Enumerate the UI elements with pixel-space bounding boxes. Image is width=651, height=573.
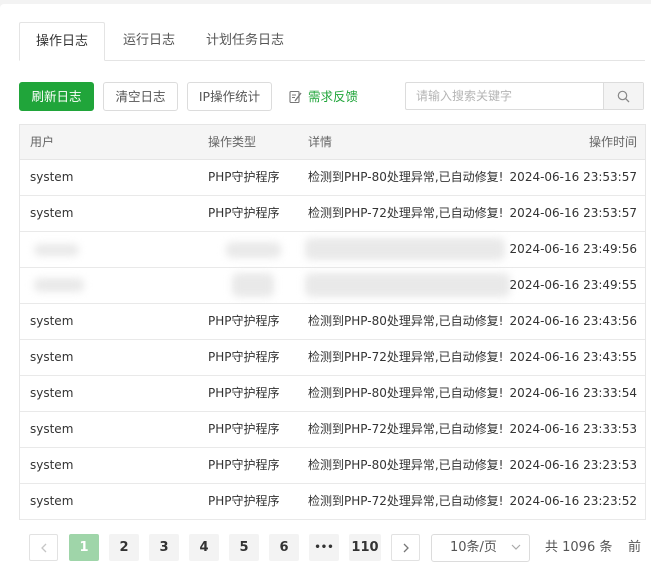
cell-time: 2024-06-16 23:53:57 bbox=[509, 170, 637, 184]
cell-time: 2024-06-16 23:23:53 bbox=[509, 458, 637, 472]
table-row: system PHP守护程序 检测到PHP-72处理异常,已自动修复! 2024… bbox=[20, 412, 645, 448]
table-row: system PHP守护程序 检测到PHP-80处理异常,已自动修复! 2024… bbox=[20, 160, 645, 196]
log-tabs: 操作日志 运行日志 计划任务日志 bbox=[19, 22, 645, 61]
cell-type: PHP守护程序 bbox=[208, 350, 280, 364]
page-button-1[interactable]: 1 bbox=[69, 534, 99, 561]
redacted-detail bbox=[305, 238, 505, 260]
tab-operation-log[interactable]: 操作日志 bbox=[19, 22, 105, 61]
cell-time: 2024-06-16 23:49:55 bbox=[509, 278, 637, 292]
cell-detail: 检测到PHP-80处理异常,已自动修复! bbox=[308, 386, 504, 400]
cell-type: PHP守护程序 bbox=[208, 386, 280, 400]
page-button-3[interactable]: 3 bbox=[149, 534, 179, 561]
table-row: system PHP守护程序 检测到PHP-72处理异常,已自动修复! 2024… bbox=[20, 340, 645, 376]
cell-type: PHP守护程序 bbox=[208, 314, 280, 328]
page-button-6[interactable]: 6 bbox=[269, 534, 299, 561]
redacted-detail bbox=[305, 273, 510, 297]
prev-page-button[interactable] bbox=[29, 534, 58, 561]
chevron-down-icon bbox=[511, 544, 521, 550]
total-count: 共 1096 条 bbox=[545, 540, 613, 555]
next-page-button[interactable] bbox=[391, 534, 420, 561]
cell-type: PHP守护程序 bbox=[208, 206, 280, 220]
table-row: system PHP守护程序 检测到PHP-72处理异常,已自动修复! 2024… bbox=[20, 196, 645, 232]
chevron-right-icon bbox=[403, 543, 409, 553]
feedback-link[interactable]: 需求反馈 bbox=[289, 88, 358, 106]
cell-type: PHP守护程序 bbox=[208, 170, 280, 184]
page-ellipsis[interactable]: ••• bbox=[309, 534, 339, 561]
cell-time: 2024-06-16 23:43:56 bbox=[509, 314, 637, 328]
page-button-5[interactable]: 5 bbox=[229, 534, 259, 561]
redacted-user bbox=[34, 278, 84, 292]
cell-user: system bbox=[30, 170, 74, 184]
table-row: system PHP守护程序 检测到PHP-80处理异常,已自动修复! 2024… bbox=[20, 448, 645, 484]
log-table: 用户 操作类型 详情 操作时间 system PHP守护程序 检测到PHP-80… bbox=[19, 124, 646, 520]
page-size-select[interactable]: 10条/页 bbox=[431, 534, 530, 562]
column-header-type[interactable]: 操作类型 bbox=[208, 125, 300, 159]
search-icon bbox=[617, 90, 630, 103]
redacted-user bbox=[34, 244, 79, 256]
log-panel: 操作日志 运行日志 计划任务日志 刷新日志 清空日志 IP操作统计 需求反馈 用… bbox=[0, 4, 651, 573]
cell-detail: 检测到PHP-80处理异常,已自动修复! bbox=[308, 314, 504, 328]
edit-note-icon bbox=[289, 90, 302, 104]
page-size-value: 10条/页 bbox=[450, 540, 497, 555]
table-row: system PHP守护程序 检测到PHP-72处理异常,已自动修复! 2024… bbox=[20, 484, 645, 520]
cell-time: 2024-06-16 23:33:53 bbox=[509, 422, 637, 436]
cell-user: system bbox=[30, 206, 74, 220]
cell-user: system bbox=[30, 314, 74, 328]
redacted-type bbox=[226, 242, 281, 258]
cell-time: 2024-06-16 23:53:57 bbox=[509, 206, 637, 220]
feedback-label: 需求反馈 bbox=[308, 89, 359, 104]
column-header-time[interactable]: 操作时间 bbox=[507, 125, 637, 159]
table-row: system PHP守护程序 检测到PHP-80处理异常,已自动修复! 2024… bbox=[20, 376, 645, 412]
cell-detail: 检测到PHP-72处理异常,已自动修复! bbox=[308, 206, 504, 220]
cell-type: PHP守护程序 bbox=[208, 458, 280, 472]
jump-label: 前 bbox=[628, 540, 642, 555]
search-button[interactable] bbox=[603, 83, 643, 109]
cell-user: system bbox=[30, 494, 74, 508]
chevron-left-icon bbox=[40, 543, 46, 553]
search-input[interactable] bbox=[406, 83, 605, 109]
tab-cron-log[interactable]: 计划任务日志 bbox=[197, 22, 293, 60]
table-row: system PHP守护程序 检测到PHP-80处理异常,已自动修复! 2024… bbox=[20, 304, 645, 340]
tab-run-log[interactable]: 运行日志 bbox=[113, 22, 185, 60]
cell-time: 2024-06-16 23:23:52 bbox=[509, 494, 637, 508]
cell-type: PHP守护程序 bbox=[208, 422, 280, 436]
cell-time: 2024-06-16 23:49:56 bbox=[509, 242, 637, 256]
refresh-log-button[interactable]: 刷新日志 bbox=[19, 82, 94, 111]
cell-user: system bbox=[30, 422, 74, 436]
column-header-user[interactable]: 用户 bbox=[30, 125, 200, 159]
cell-detail: 检测到PHP-80处理异常,已自动修复! bbox=[308, 458, 504, 472]
cell-user: system bbox=[30, 350, 74, 364]
search-box bbox=[405, 82, 644, 110]
cell-type: PHP守护程序 bbox=[208, 494, 280, 508]
redacted-type bbox=[232, 273, 274, 297]
page-button-last[interactable]: 110 bbox=[349, 534, 381, 561]
table-row-redacted: 2024-06-16 23:49:56 bbox=[20, 232, 645, 268]
table-header: 用户 操作类型 详情 操作时间 bbox=[20, 125, 645, 160]
clear-log-button[interactable]: 清空日志 bbox=[103, 82, 178, 111]
cell-detail: 检测到PHP-72处理异常,已自动修复! bbox=[308, 494, 504, 508]
cell-detail: 检测到PHP-72处理异常,已自动修复! bbox=[308, 350, 504, 364]
cell-detail: 检测到PHP-80处理异常,已自动修复! bbox=[308, 170, 504, 184]
cell-detail: 检测到PHP-72处理异常,已自动修复! bbox=[308, 422, 504, 436]
page-button-4[interactable]: 4 bbox=[189, 534, 219, 561]
cell-user: system bbox=[30, 458, 74, 472]
cell-time: 2024-06-16 23:43:55 bbox=[509, 350, 637, 364]
ip-stats-button[interactable]: IP操作统计 bbox=[187, 82, 272, 111]
table-row-redacted: 2024-06-16 23:49:55 bbox=[20, 268, 645, 304]
page-button-2[interactable]: 2 bbox=[109, 534, 139, 561]
divider bbox=[645, 450, 646, 520]
column-header-detail[interactable]: 详情 bbox=[308, 125, 508, 159]
cell-user: system bbox=[30, 386, 74, 400]
cell-time: 2024-06-16 23:33:54 bbox=[509, 386, 637, 400]
